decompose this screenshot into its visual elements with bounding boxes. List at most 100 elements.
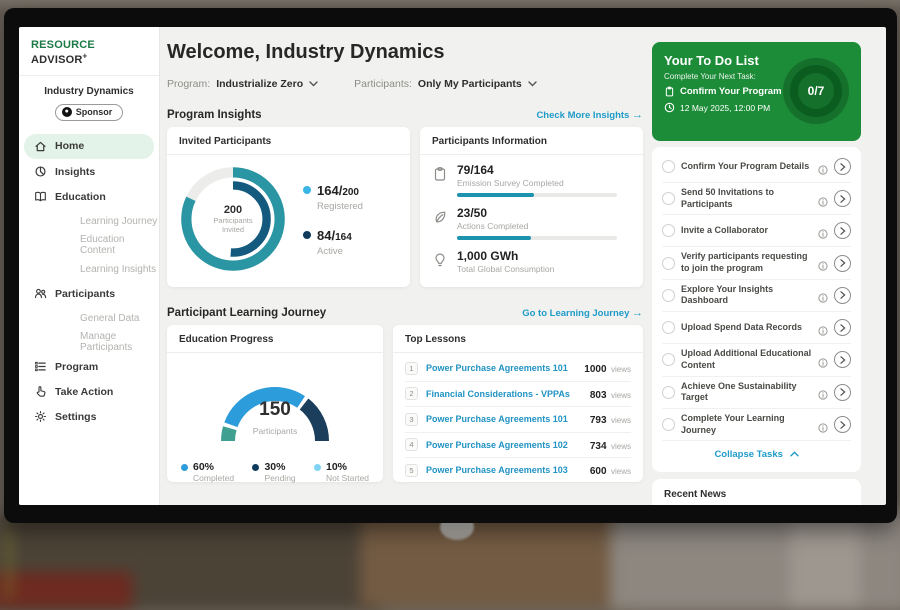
sidebar-item[interactable]: Settings <box>19 405 159 429</box>
sidebar-item-label: Manage Participants <box>80 331 159 353</box>
task-row[interactable]: Upload Spend Data Records <box>662 312 851 344</box>
chevron-down-icon <box>528 81 537 87</box>
task-row[interactable]: Explore Your Insights Dashboard <box>662 280 851 312</box>
task-checkbox[interactable] <box>662 160 675 173</box>
metric-label: Actions Completed <box>457 221 631 231</box>
task-checkbox[interactable] <box>662 192 675 205</box>
sponsor-icon: ● <box>62 107 72 117</box>
task-checkbox[interactable] <box>662 224 675 237</box>
lesson-link[interactable]: Power Purchase Agreements 101 <box>426 414 590 424</box>
lessons-list: 1 Power Purchase Agreements 101 1000 vie… <box>393 353 643 484</box>
task-open-button[interactable] <box>834 416 851 433</box>
task-row[interactable]: Complete Your Learning Journey <box>662 409 851 441</box>
lesson-rank: 3 <box>405 413 418 426</box>
info-icon[interactable] <box>818 162 828 172</box>
info-icon[interactable] <box>818 387 828 397</box>
sponsor-badge[interactable]: ● Sponsor <box>55 104 124 121</box>
metric-value: 79/164 <box>457 163 631 177</box>
lesson-link[interactable]: Power Purchase Agreements 101 <box>426 363 584 373</box>
sidebar-item-label: Education <box>55 191 106 203</box>
legend-label: Completed <box>193 473 234 483</box>
task-checkbox[interactable] <box>662 353 675 366</box>
info-icon[interactable] <box>818 355 828 365</box>
lesson-row: 1 Power Purchase Agreements 101 1000 vie… <box>405 356 631 382</box>
legend-label: Registered <box>317 201 363 212</box>
task-open-button[interactable] <box>834 351 851 368</box>
sidebar-item[interactable]: Learning Insights <box>19 258 159 281</box>
legend-label: Active <box>317 246 352 257</box>
info-icon[interactable] <box>818 258 828 268</box>
task-label: Explore Your Insights Dashboard <box>681 284 812 307</box>
info-icon[interactable] <box>818 323 828 333</box>
task-open-button[interactable] <box>834 255 851 272</box>
metric-label: Total Global Consumption <box>457 264 631 274</box>
sidebar-item[interactable]: Manage Participants <box>19 331 159 354</box>
sidebar-item-label: Learning Journey <box>80 216 157 227</box>
task-checkbox[interactable] <box>662 289 675 302</box>
metric-icon <box>432 166 448 182</box>
info-icon[interactable] <box>818 226 828 236</box>
lesson-link[interactable]: Financial Considerations - VPPAs <box>426 389 590 399</box>
brand-logo[interactable]: RESOURCE ADVISOR+ <box>19 27 159 76</box>
sponsor-label: Sponsor <box>76 107 113 117</box>
task-checkbox[interactable] <box>662 386 675 399</box>
lesson-link[interactable]: Power Purchase Agreements 103 <box>426 465 590 475</box>
background-window-reflection <box>790 515 860 605</box>
metric-value: 23/50 <box>457 206 631 220</box>
sidebar-item[interactable]: Program <box>19 355 159 379</box>
task-open-button[interactable] <box>834 158 851 175</box>
metric-row: 23/50 Actions Completed <box>432 206 631 240</box>
task-open-button[interactable] <box>834 287 851 304</box>
legend-item: 10% Not Started <box>314 461 369 483</box>
task-checkbox[interactable] <box>662 321 675 334</box>
task-open-button[interactable] <box>834 190 851 207</box>
task-row[interactable]: Confirm Your Program Details <box>662 151 851 183</box>
filter-value: Only My Participants <box>418 78 522 90</box>
todo-summary-card: Your To Do List Complete Your Next Task:… <box>652 42 861 141</box>
chevron-right-icon <box>840 259 846 267</box>
progress-bar <box>457 236 617 240</box>
sidebar-item[interactable]: Learning Journey <box>19 210 159 233</box>
task-open-button[interactable] <box>834 222 851 239</box>
task-row[interactable]: Verify participants requesting to join t… <box>662 247 851 279</box>
clock-icon <box>664 102 675 113</box>
sidebar-item[interactable]: Education Content <box>19 234 159 257</box>
sidebar-item[interactable]: Home <box>24 134 154 159</box>
task-row[interactable]: Upload Additional Educational Content <box>662 344 851 376</box>
task-row[interactable]: Achieve One Sustainability Target <box>662 377 851 409</box>
background-red-object <box>0 572 132 608</box>
sidebar-item[interactable]: Participants <box>19 282 159 306</box>
task-open-button[interactable] <box>834 319 851 336</box>
card-title: Invited Participants <box>167 127 410 155</box>
task-checkbox[interactable] <box>662 257 675 270</box>
info-icon[interactable] <box>818 194 828 204</box>
check-more-insights-link[interactable]: Check More Insights → <box>536 109 643 121</box>
chevron-right-icon <box>840 324 846 332</box>
task-open-button[interactable] <box>834 384 851 401</box>
metric-value: 1,000 GWh <box>457 249 631 263</box>
filter-dropdown[interactable]: Program: Industrialize Zero <box>167 78 318 90</box>
go-to-learning-journey-link[interactable]: Go to Learning Journey → <box>522 307 643 319</box>
info-icon[interactable] <box>818 420 828 430</box>
info-icon[interactable] <box>818 290 828 300</box>
filter-label: Program: <box>167 78 210 90</box>
legend-label: Not Started <box>326 473 369 483</box>
todo-counter: 0/7 <box>808 84 825 98</box>
task-row[interactable]: Send 50 Invitations to Participants <box>662 183 851 215</box>
sidebar-item[interactable]: General Data <box>19 307 159 330</box>
education-progress-gauge-chart: 150 Participants <box>195 365 355 451</box>
collapse-tasks-link[interactable]: Collapse Tasks <box>662 441 851 466</box>
chevron-right-icon <box>840 291 846 299</box>
chevron-down-icon <box>309 81 318 87</box>
sidebar-item[interactable]: Insights <box>19 160 159 184</box>
legend-dot <box>252 464 259 471</box>
lesson-link[interactable]: Power Purchase Agreements 102 <box>426 440 590 450</box>
task-row[interactable]: Invite a Collaborator <box>662 215 851 247</box>
task-checkbox[interactable] <box>662 418 675 431</box>
filter-dropdown[interactable]: Participants: Only My Participants <box>354 78 537 90</box>
monitor-bezel: RESOURCE ADVISOR+ Industry Dynamics ● Sp… <box>4 8 897 523</box>
arrow-right-icon: → <box>632 307 643 319</box>
invited-participants-card: Invited Participants 200 Participants In… <box>167 127 410 287</box>
sidebar-item[interactable]: Education <box>19 185 159 209</box>
sidebar-item[interactable]: Take Action <box>19 380 159 404</box>
